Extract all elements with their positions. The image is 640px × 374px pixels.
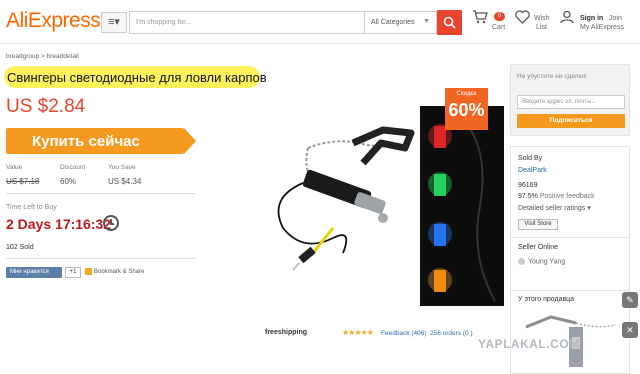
feedback-link[interactable]: Feedback (406) (381, 330, 427, 337)
divider (6, 193, 196, 194)
product-thumbnails[interactable] (420, 106, 504, 306)
detailed-ratings-link[interactable]: Detailed seller ratings ▾ (518, 204, 591, 212)
heart-icon (515, 10, 530, 24)
thumbnail-strip (420, 106, 504, 306)
agent-name: Young Yang (528, 258, 566, 266)
product-title: Свингеры светодиодные для ловли карпов (7, 70, 267, 85)
sold-count: 102 Sold (6, 244, 34, 251)
detailed-ratings-label: Detailed seller ratings (518, 205, 586, 212)
plus-one-button[interactable]: +1 (65, 267, 81, 278)
value-label: Value (6, 164, 23, 171)
category-menu-icon[interactable]: ≡▾ (101, 12, 127, 33)
seller-score: 96169 (518, 182, 538, 189)
sale-percent: 60% (448, 100, 485, 120)
product-price: US $2.84 (6, 96, 86, 117)
signin-link[interactable]: Sign in (580, 15, 603, 23)
more-from-seller-title: У этого продавца (518, 296, 575, 303)
save-value: US $4.34 (108, 177, 142, 186)
sale-label: Скидка (456, 91, 477, 97)
cart-icon (473, 10, 488, 24)
search-icon (443, 16, 456, 29)
bookmark-icon (85, 268, 92, 275)
free-shipping-label: freeshipping (265, 329, 308, 336)
cart-count-badge: 0 (494, 12, 505, 21)
visit-store-button[interactable]: Visit Store (518, 219, 558, 230)
category-select-label: All Categories (371, 19, 415, 26)
positive-percent: 97.5% (518, 193, 538, 200)
account-icon-wrap[interactable] (560, 10, 574, 27)
avatar (518, 258, 525, 265)
more-from-seller: У этого продавца (510, 290, 630, 374)
search-button[interactable] (437, 10, 462, 35)
wishlist-link[interactable] (515, 10, 530, 27)
divider (511, 237, 629, 238)
seller-online-label: Seller Online (518, 244, 559, 251)
orders-link[interactable]: 256 orders (0 ) (430, 330, 473, 337)
buy-now-button[interactable]: Купить сейчас (6, 128, 196, 154)
discount-value: 60% (60, 177, 77, 186)
close-icon[interactable]: ✕ (622, 322, 638, 338)
discount-badge: Скидка 60% (445, 88, 488, 130)
edit-icon[interactable]: ✎ (622, 292, 638, 308)
vk-like-button[interactable]: Мне нравится (6, 267, 62, 278)
search-input[interactable]: I'm shopping for... (129, 11, 365, 34)
cart-link[interactable] (472, 10, 488, 27)
cart-label[interactable]: Cart (492, 24, 505, 32)
wishlist-label-1[interactable]: Wish (534, 15, 550, 23)
original-price: US $7.18 (6, 177, 40, 186)
chevron-down-icon: ▾ (587, 205, 591, 212)
save-label: You Save (108, 164, 136, 171)
seller-agent[interactable]: Young Yang (518, 258, 565, 265)
chevron-down-icon: ▼ (423, 18, 430, 25)
discount-label: Discount (60, 164, 86, 171)
aliexpress-logo[interactable]: AliExpress (6, 9, 101, 33)
subscribe-box: Не упустите ни сделки! Введите адрес эл.… (510, 64, 630, 136)
positive-feedback-label: Positive feedback (539, 193, 595, 200)
wishlist-label-2[interactable]: List (536, 24, 547, 32)
sold-by-label: Sold By (518, 155, 543, 162)
store-name-link[interactable]: DealPark (518, 167, 547, 174)
divider (6, 258, 196, 259)
breadcrumb[interactable]: breadgroup > breaddetail (6, 53, 79, 60)
clock-icon (103, 215, 119, 231)
email-field[interactable]: Введите адрес эл. почты... (517, 95, 625, 109)
countdown-timer: 2 Days 17:16:32 (6, 216, 112, 232)
my-aliexpress-link[interactable]: My AliExpress (580, 24, 624, 32)
bookmark-share-label: Bookmark & Share (94, 269, 145, 276)
join-link[interactable]: Join (609, 15, 622, 23)
positive-feedback: 97.5% Positive feedback (518, 193, 595, 200)
watermark: YAPLAKAL.COM (478, 337, 580, 351)
subscribe-title: Не упустите ни сделки! (517, 73, 587, 80)
category-select[interactable]: All Categories ▼ (365, 11, 437, 34)
rating-stars: ★★★★★ (342, 328, 374, 337)
user-icon (560, 10, 574, 24)
time-left-label: Time Left to Buy (6, 204, 57, 211)
subscribe-button[interactable]: Подписаться (517, 114, 625, 128)
top-header: AliExpress ≡▾ I'm shopping for... All Ca… (0, 0, 640, 44)
bookmark-share-link[interactable]: Bookmark & Share (85, 268, 144, 275)
